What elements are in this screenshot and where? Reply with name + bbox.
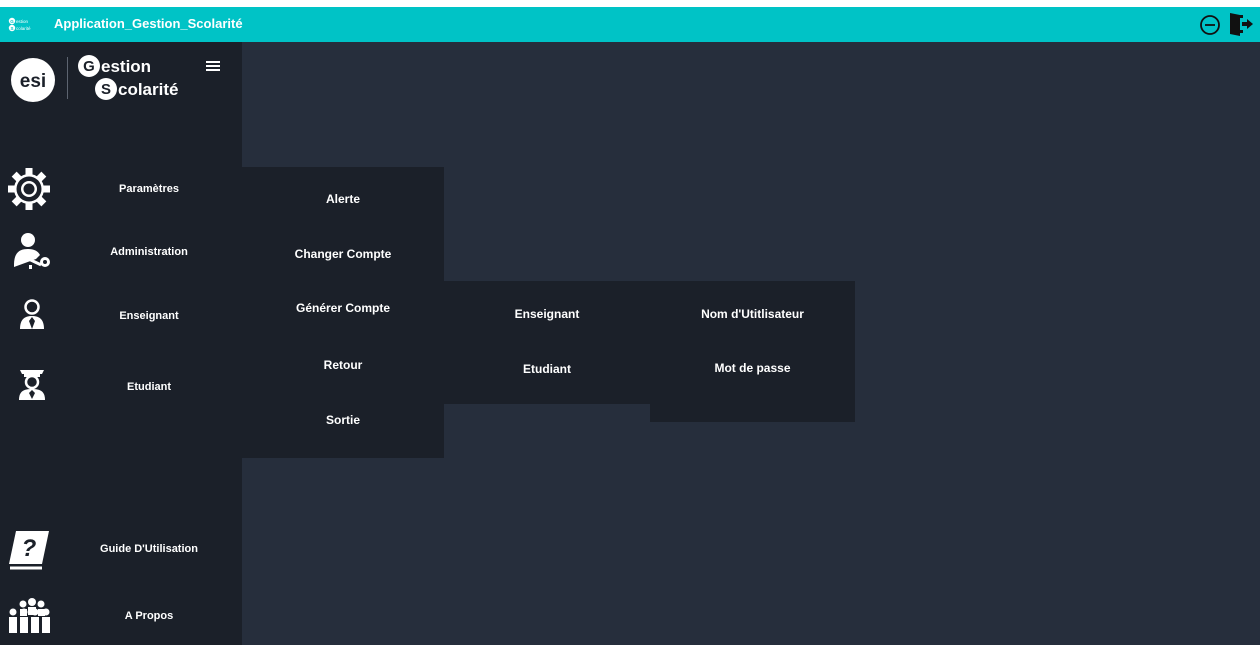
submenu-generer-compte: Enseignant Etudiant <box>444 281 650 404</box>
menu-item-alerte[interactable]: Alerte <box>242 179 444 219</box>
title-bar: G S estion colarité Application_Gestion_… <box>0 7 1260 42</box>
user-key-icon <box>14 233 50 269</box>
sidebar-item-a-propos[interactable]: A Propos <box>0 593 242 639</box>
sidebar-item-label: Guide D'Utilisation <box>100 543 198 555</box>
app-logo-line2: colarité <box>16 26 31 31</box>
minimize-circle-icon[interactable] <box>1198 13 1222 37</box>
gear-icon <box>8 168 50 210</box>
menu-item-etudiant[interactable]: Etudiant <box>444 349 650 389</box>
sidebar-item-label: Etudiant <box>127 381 171 393</box>
sidebar-item-label: Administration <box>110 246 188 258</box>
gestion-scolarite-logo: G estion S colarité <box>78 55 178 100</box>
sidebar-item-label: A Propos <box>124 610 174 622</box>
app-logo-icon: G S estion colarité <box>8 17 31 32</box>
submenu-enseignant: Nom d'Utitlisateur Mot de passe <box>650 281 855 422</box>
submenu-administration: Alerte Changer Compte Générer Compte Ret… <box>242 167 444 458</box>
sidebar-item-etudiant[interactable]: Etudiant <box>0 364 242 410</box>
menu-item-mot-de-passe[interactable]: Mot de passe <box>650 348 855 388</box>
menu-item-nom-utilisateur[interactable]: Nom d'Utitlisateur <box>650 294 855 334</box>
svg-text:G: G <box>10 19 14 24</box>
svg-text:S: S <box>10 26 13 31</box>
esi-logo: esi <box>11 58 55 102</box>
svg-text:G: G <box>83 58 95 75</box>
menu-item-enseignant[interactable]: Enseignant <box>444 294 650 334</box>
svg-text:?: ? <box>22 535 37 562</box>
app-logo-line1: estion <box>16 19 29 24</box>
svg-text:S: S <box>101 81 111 98</box>
sidebar-item-label: Enseignant <box>119 310 179 322</box>
logo-line2: colarité <box>118 80 178 99</box>
menu-item-sortie[interactable]: Sortie <box>242 400 444 440</box>
sidebar-item-label: Paramètres <box>119 183 179 195</box>
window-title: Application_Gestion_Scolarité <box>54 16 243 31</box>
teacher-icon <box>20 299 44 329</box>
sidebar-item-guide[interactable]: ? Guide D'Utilisation <box>0 526 242 572</box>
logo-line1: estion <box>101 57 151 76</box>
menu-item-retour[interactable]: Retour <box>242 345 444 385</box>
hamburger-menu-icon[interactable] <box>205 58 223 74</box>
group-people-icon <box>9 598 50 633</box>
menu-item-generer-compte[interactable]: Générer Compte <box>242 288 444 328</box>
exit-door-icon[interactable] <box>1226 10 1254 38</box>
sidebar-item-administration[interactable]: Administration <box>0 229 242 275</box>
sidebar-item-enseignant[interactable]: Enseignant <box>0 293 242 339</box>
svg-text:esi: esi <box>20 71 46 92</box>
help-book-icon: ? <box>9 531 49 570</box>
logo-divider <box>67 57 68 99</box>
sidebar-item-parametres[interactable]: Paramètres <box>0 166 242 212</box>
menu-item-changer-compte[interactable]: Changer Compte <box>242 234 444 274</box>
graduate-icon <box>19 370 45 400</box>
